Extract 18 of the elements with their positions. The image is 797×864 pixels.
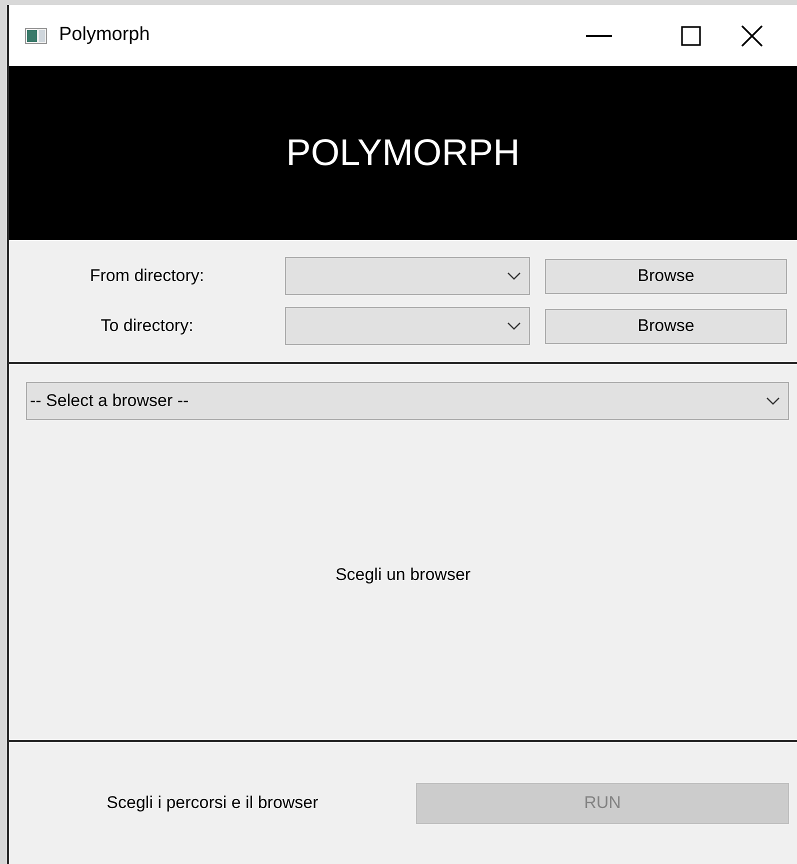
chevron-down-icon: [507, 272, 521, 280]
chevron-down-icon: [766, 397, 780, 405]
minimize-icon: [586, 34, 612, 36]
field-label: To directory:: [100, 315, 194, 338]
chevron-down-icon: [507, 322, 521, 330]
app-title: POLYMORPH: [286, 131, 520, 176]
close-icon: [741, 24, 763, 46]
maximize-icon: [681, 26, 701, 46]
browse-button[interactable]: Browse: [545, 258, 787, 294]
browser-dropdown[interactable]: -- Select a browser --: [26, 382, 789, 420]
browse-button[interactable]: Browse: [545, 308, 787, 344]
app-icon: [25, 28, 47, 44]
field-label: From directory:: [90, 265, 204, 288]
directory-dropdown[interactable]: [285, 307, 530, 345]
status-text: Scegli i percorsi e il browser: [106, 792, 318, 814]
message-text: Scegli un browser: [335, 564, 471, 586]
directory-dropdown[interactable]: [285, 257, 530, 295]
window-title: Polymorph: [59, 23, 150, 48]
